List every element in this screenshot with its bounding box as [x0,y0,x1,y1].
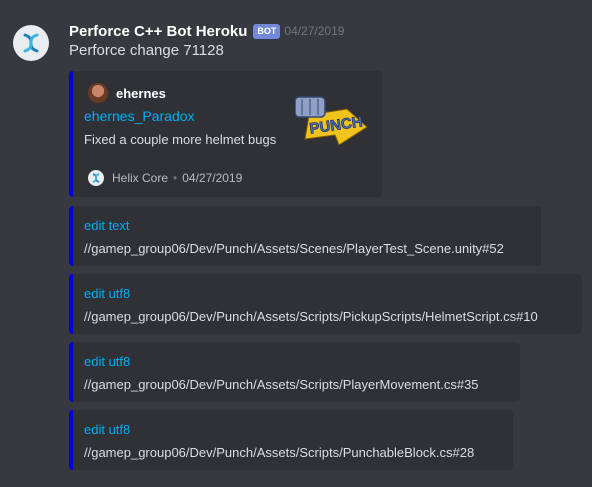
message-content: Perforce change 71128 [69,42,224,59]
changelist-embed: ehernes ehernes_Paradox Fixed a couple m… [69,71,382,197]
file-path: //gamep_group06/Dev/Punch/Assets/Scenes/… [84,241,504,256]
embed-author-name: ehernes [116,85,166,101]
punch-logo-thumbnail[interactable]: PUNCH [295,95,369,145]
embed-title-link[interactable]: ehernes_Paradox [84,108,195,124]
chat-message: Perforce C++ Bot Heroku BOT 04/27/2019 P… [0,0,592,487]
message-timestamp: 04/27/2019 [284,24,345,38]
file-action-link[interactable]: edit utf8 [84,354,130,369]
username[interactable]: Perforce C++ Bot Heroku [69,23,247,40]
file-path: //gamep_group06/Dev/Punch/Assets/Scripts… [84,309,538,324]
file-embed: edit text //gamep_group06/Dev/Punch/Asse… [69,206,541,266]
helix-core-icon [88,170,104,186]
embed-footer: Helix Core • 04/27/2019 [88,170,242,186]
file-embed: edit utf8 //gamep_group06/Dev/Punch/Asse… [69,342,520,402]
bot-avatar[interactable] [13,25,49,61]
file-path: //gamep_group06/Dev/Punch/Assets/Scripts… [84,445,475,460]
file-path: //gamep_group06/Dev/Punch/Assets/Scripts… [84,377,479,392]
helix-logo-icon [23,33,39,53]
embed-description: Fixed a couple more helmet bugs [84,132,277,147]
footer-name: Helix Core [112,171,169,185]
footer-separator: • [173,171,178,185]
message-header: Perforce C++ Bot Heroku BOT 04/27/2019 [69,20,344,42]
file-embed: edit utf8 //gamep_group06/Dev/Punch/Asse… [69,410,513,470]
footer-date: 04/27/2019 [182,171,243,185]
file-embed: edit utf8 //gamep_group06/Dev/Punch/Asse… [69,274,582,334]
file-action-link[interactable]: edit text [84,218,130,233]
embed-author: ehernes [88,83,166,103]
file-action-link[interactable]: edit utf8 [84,286,130,301]
file-action-link[interactable]: edit utf8 [84,422,130,437]
bot-badge: BOT [253,23,281,39]
author-avatar [88,83,108,103]
